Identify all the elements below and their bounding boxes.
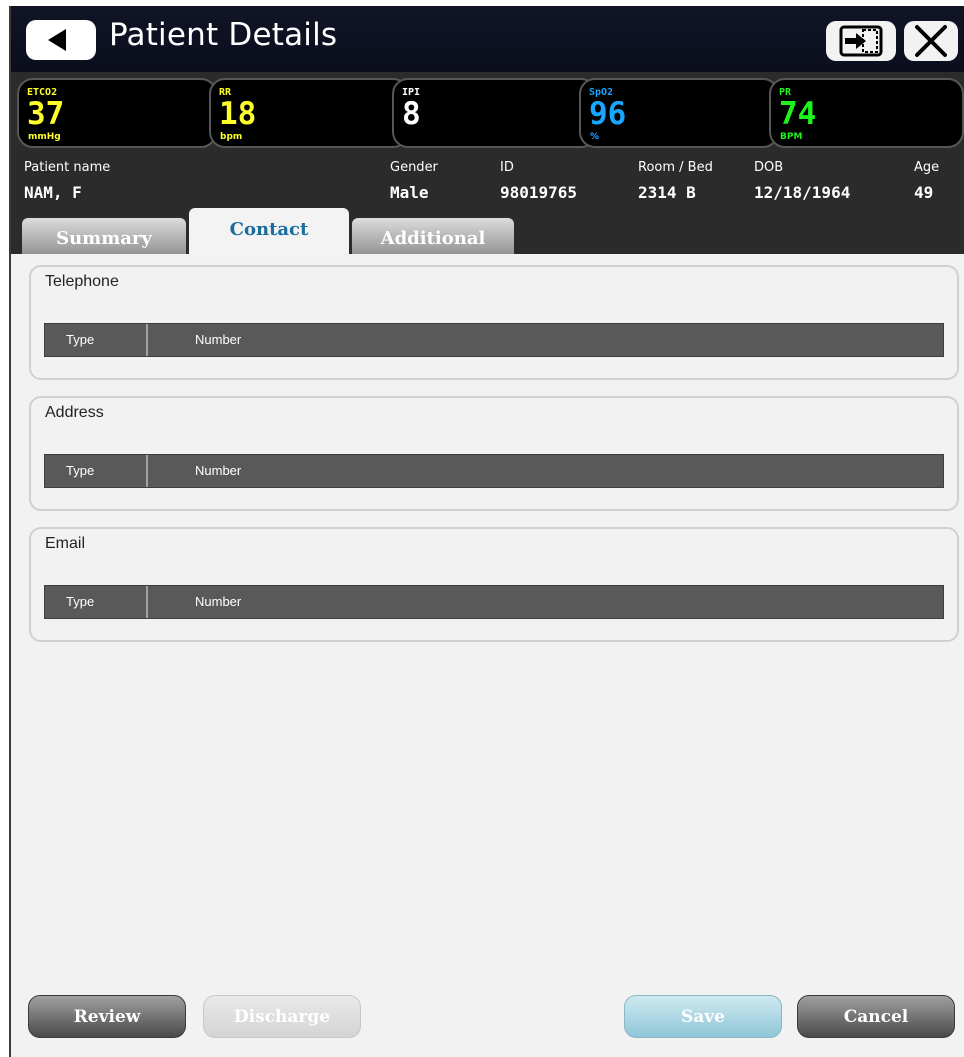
vital-spo2: SpO2 96 %: [579, 78, 779, 148]
patient-name-label: Patient name: [24, 160, 111, 175]
back-arrow-icon: [48, 29, 66, 51]
tab-additional[interactable]: Additional: [352, 218, 514, 258]
dob-label: DOB: [754, 160, 784, 175]
id-label: ID: [500, 160, 514, 175]
column-header-number[interactable]: Number: [195, 324, 241, 356]
vital-unit: %: [590, 132, 600, 142]
back-button[interactable]: [26, 20, 96, 60]
page-title: Patient Details: [109, 17, 338, 53]
telephone-group: Telephone Type Number: [29, 265, 959, 380]
age-label: Age: [914, 160, 940, 175]
vital-rr: RR 18 bpm: [209, 78, 409, 148]
telephone-grid-header: Type Number: [44, 323, 944, 357]
address-grid-header: Type Number: [44, 454, 944, 488]
vital-value: 8: [402, 96, 421, 132]
tab-contact[interactable]: Contact: [189, 208, 349, 256]
close-icon: [915, 25, 947, 57]
address-title: Address: [45, 404, 104, 421]
vitals-bar: ETCO2 37 mmHg RR 18 bpm IPI 8 SpO2 96 % …: [11, 72, 964, 152]
vital-unit: mmHg: [28, 132, 61, 142]
address-group: Address Type Number: [29, 396, 959, 511]
title-bar: Patient Details: [11, 6, 964, 72]
room-bed-value: 2314 B: [638, 183, 696, 202]
vital-value: 96: [589, 96, 627, 132]
email-title: Email: [45, 535, 86, 552]
id-value: 98019765: [500, 183, 578, 202]
dob-value: 12/18/1964: [754, 183, 851, 202]
email-grid-header: Type Number: [44, 585, 944, 619]
telephone-title: Telephone: [45, 273, 119, 290]
vital-etco2: ETCO2 37 mmHg: [17, 78, 217, 148]
vital-unit: BPM: [780, 132, 803, 142]
column-header-type[interactable]: Type: [45, 324, 148, 356]
room-bed-label: Room / Bed: [638, 160, 713, 175]
column-header-number[interactable]: Number: [195, 455, 241, 487]
vital-unit: bpm: [220, 132, 243, 142]
patient-name: NAM, F: [24, 183, 82, 202]
vital-ipi: IPI 8: [392, 78, 597, 148]
column-header-number[interactable]: Number: [195, 586, 241, 618]
column-header-type[interactable]: Type: [45, 455, 148, 487]
close-button[interactable]: [904, 21, 958, 61]
cancel-button[interactable]: Cancel: [797, 995, 955, 1038]
email-group: Email Type Number: [29, 527, 959, 642]
contact-panel: Telephone Type Number Address Type Numbe…: [11, 254, 964, 1057]
gender-label: Gender: [390, 160, 438, 175]
vital-value: 74: [779, 96, 817, 132]
transfer-button[interactable]: [826, 21, 896, 61]
tab-summary[interactable]: Summary: [22, 218, 186, 258]
age-value: 49: [914, 183, 934, 202]
vital-value: 37: [27, 96, 65, 132]
gender-value: Male: [390, 183, 429, 202]
save-button[interactable]: Save: [624, 995, 782, 1038]
patient-details-window: Patient Details ETCO2 37 mmHg RR 18 bpm …: [9, 6, 964, 1057]
discharge-button: Discharge: [203, 995, 361, 1038]
review-button[interactable]: Review: [28, 995, 186, 1038]
transfer-icon: [839, 25, 883, 57]
vital-pr: PR 74 BPM: [769, 78, 964, 148]
column-header-type[interactable]: Type: [45, 586, 148, 618]
vital-value: 18: [219, 96, 257, 132]
